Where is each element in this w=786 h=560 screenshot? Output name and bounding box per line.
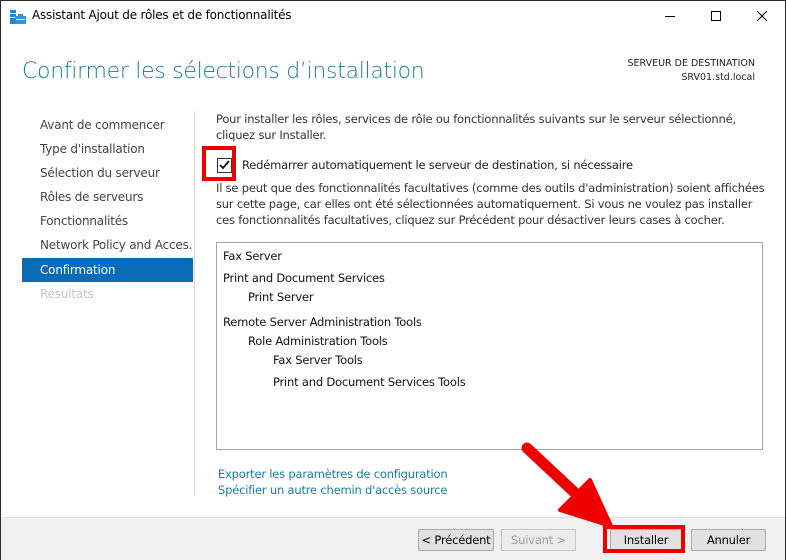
optional-features-note: Il se peut que des fonctionnalités facul…	[216, 181, 765, 227]
intro-text: Pour installer les rôles, services de rô…	[216, 112, 736, 142]
minimize-button[interactable]	[647, 1, 693, 31]
window-title: Assistant Ajout de rôles et de fonctionn…	[32, 8, 292, 22]
export-config-link[interactable]: Exporter les paramètres de configuration	[218, 466, 448, 482]
alternate-source-link[interactable]: Spécifier un autre chemin d'accès source	[218, 482, 447, 498]
restart-checkbox-label[interactable]: Redémarrer automatiquement le serveur de…	[242, 158, 633, 172]
nav-step-server-selection[interactable]: Sélection du serveur	[22, 161, 193, 185]
list-item: Print Server	[248, 290, 314, 304]
maximize-button[interactable]	[693, 1, 739, 31]
nav-step-network-policy[interactable]: Network Policy and Acces...	[22, 233, 193, 257]
nav-divider	[194, 111, 195, 496]
previous-button[interactable]: < Précédent	[418, 529, 494, 551]
cancel-button[interactable]: Annuler	[691, 529, 766, 551]
close-button[interactable]	[739, 1, 785, 31]
nav-step-confirmation[interactable]: Confirmation	[22, 258, 193, 282]
list-item: Role Administration Tools	[248, 334, 388, 348]
selections-list[interactable]: Fax Server Print and Document Services P…	[216, 242, 763, 450]
list-item: Print and Document Services	[223, 271, 385, 285]
destination-label: SERVEUR DE DESTINATION	[627, 58, 755, 69]
list-item: Fax Server Tools	[273, 353, 363, 367]
server-manager-icon	[10, 9, 26, 24]
wizard-window: Assistant Ajout de rôles et de fonctionn…	[0, 0, 786, 560]
restart-option[interactable]: Redémarrer automatiquement le serveur de…	[216, 155, 633, 175]
list-item: Print and Document Services Tools	[273, 375, 466, 389]
next-button: Suivant >	[501, 529, 576, 551]
nav-step-server-roles[interactable]: Rôles de serveurs	[22, 185, 193, 209]
nav-step-before-you-begin[interactable]: Avant de commencer	[22, 113, 193, 137]
install-button[interactable]: Installer	[610, 529, 682, 551]
nav-step-results: Résultats	[40, 287, 94, 301]
page-title: Confirmer les sélections d’installation	[22, 59, 425, 84]
nav-step-installation-type[interactable]: Type d'installation	[22, 137, 193, 161]
confirmation-content: Pour installer les rôles, services de rô…	[216, 111, 766, 227]
title-bar: Assistant Ajout de rôles et de fonctionn…	[1, 1, 785, 31]
nav-step-features[interactable]: Fonctionnalités	[22, 209, 193, 233]
minimize-icon	[665, 16, 675, 17]
list-item: Fax Server	[223, 249, 282, 263]
maximize-icon	[711, 11, 721, 21]
links-area: Exporter les paramètres de configuration…	[218, 466, 448, 498]
restart-checkbox[interactable]	[217, 157, 232, 173]
checkmark-icon	[219, 160, 230, 170]
wizard-steps-nav: Avant de commencer Type d'installation S…	[22, 113, 193, 306]
destination-server: SRV01.std.local	[681, 72, 755, 83]
close-icon	[757, 11, 767, 21]
list-item: Remote Server Administration Tools	[223, 315, 422, 329]
destination-server-info: SERVEUR DE DESTINATION SRV01.std.local	[627, 57, 755, 85]
wizard-footer: < Précédent Suivant > Installer Annuler	[1, 517, 785, 560]
